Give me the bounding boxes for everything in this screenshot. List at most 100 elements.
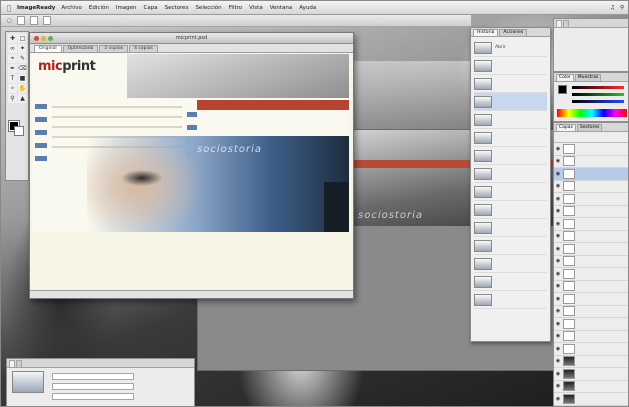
eye-icon[interactable]: ◉ (555, 346, 561, 352)
color-panel-foreground-swatch[interactable] (558, 85, 567, 94)
green-slider[interactable] (572, 93, 624, 96)
document-canvas[interactable]: micprint sociostoria (32, 54, 349, 232)
nav-button[interactable] (187, 125, 197, 130)
menu-item-filtro[interactable]: Filtro (229, 5, 242, 11)
color-spectrum[interactable] (557, 109, 627, 117)
fill-tool-icon[interactable]: ▲ (18, 94, 27, 103)
menu-item-imagen[interactable]: Imagen (116, 5, 137, 11)
layer-row[interactable]: ◉ (554, 331, 628, 343)
tab-swatches[interactable]: Muestras (574, 74, 602, 81)
menu-item-sectores[interactable]: Sectores (165, 5, 189, 11)
red-slider[interactable] (572, 86, 624, 89)
layer-row[interactable]: ◉ (554, 231, 628, 243)
brush-tool-icon[interactable]: ✒ (8, 64, 17, 73)
menu-item-capa[interactable]: Capa (144, 5, 158, 11)
tab-optimized[interactable]: Optimizada (62, 45, 99, 52)
tab-actions[interactable]: Acciones (499, 29, 528, 36)
eye-icon[interactable]: ◉ (555, 158, 561, 164)
nav-button[interactable] (187, 112, 197, 117)
menu-item-edicion[interactable]: Edición (89, 5, 109, 11)
layer-row[interactable]: ◉ (554, 156, 628, 168)
layer-row[interactable]: ◉ (554, 368, 628, 381)
eye-icon[interactable]: ◉ (555, 296, 561, 302)
document-window[interactable]: micprint.psd Original Optimizada 2 copia… (29, 32, 354, 299)
history-item[interactable] (474, 129, 547, 147)
minimize-icon[interactable] (41, 35, 46, 41)
eye-icon[interactable]: ◉ (555, 196, 561, 202)
lasso-tool-icon[interactable]: ∞ (8, 44, 17, 53)
eye-icon[interactable]: ◉ (555, 371, 561, 377)
document-titlebar[interactable]: micprint.psd (30, 33, 353, 44)
history-item[interactable] (474, 183, 547, 201)
eraser-tool-icon[interactable]: ⌫ (18, 64, 27, 73)
tab-info[interactable] (563, 20, 569, 27)
eye-icon[interactable]: ◉ (555, 221, 561, 227)
tab-history[interactable]: Historia (473, 29, 499, 36)
nav-button[interactable] (35, 156, 47, 161)
layer-row[interactable]: ◉ (554, 181, 628, 193)
eye-icon[interactable]: ◉ (555, 333, 561, 339)
layer-row[interactable]: ◉ (554, 168, 628, 181)
tab-navigator[interactable] (556, 20, 562, 27)
layer-row[interactable]: ◉ (554, 143, 628, 156)
layer-row[interactable]: ◉ (554, 193, 628, 206)
eye-icon[interactable]: ◉ (555, 233, 561, 239)
history-item[interactable] (474, 273, 547, 291)
tab-color[interactable]: Color (556, 74, 574, 81)
layer-row[interactable]: ◉ (554, 206, 628, 218)
nav-button[interactable] (35, 117, 47, 122)
tab-image-map[interactable] (16, 360, 22, 367)
eye-icon[interactable]: ◉ (555, 246, 561, 252)
blue-slider[interactable] (572, 100, 624, 103)
tab-2up[interactable]: 2 copias (99, 45, 129, 52)
apple-icon[interactable]:  (1, 4, 17, 12)
eye-icon[interactable]: ◉ (555, 283, 561, 289)
history-item[interactable] (474, 165, 547, 183)
history-item[interactable] (474, 237, 547, 255)
eye-icon[interactable]: ◉ (555, 258, 561, 264)
move-tool-icon[interactable]: ✚ (8, 34, 17, 43)
menu-item-archivo[interactable]: Archivo (61, 5, 82, 11)
history-item[interactable] (474, 57, 547, 75)
menu-item-ventana[interactable]: Ventana (270, 5, 293, 11)
history-item[interactable] (474, 93, 547, 111)
menu-item-vista[interactable]: Vista (249, 5, 263, 11)
layer-row[interactable]: ◉ (554, 281, 628, 293)
slice-name-field[interactable] (52, 373, 134, 380)
eye-icon[interactable]: ◉ (555, 171, 561, 177)
eye-icon[interactable]: ◉ (555, 208, 561, 214)
tab-original[interactable]: Original (34, 45, 62, 52)
tab-layers[interactable]: Capas (556, 124, 576, 131)
history-item[interactable] (474, 75, 547, 93)
marquee-tool-icon[interactable]: □ (18, 34, 27, 43)
eye-icon[interactable]: ◉ (555, 321, 561, 327)
eye-icon[interactable]: ◉ (555, 183, 561, 189)
eye-icon[interactable]: ◉ (555, 146, 561, 152)
volume-icon[interactable]: ♫ (610, 5, 615, 11)
nav-button[interactable] (35, 130, 47, 135)
eyedropper-tool-icon[interactable]: ⚬ (8, 84, 17, 93)
history-item[interactable]: Abrir (474, 39, 547, 57)
close-icon[interactable] (34, 35, 39, 41)
slice-target-field[interactable] (52, 393, 134, 400)
slice-url-field[interactable] (52, 383, 134, 390)
slice-tool-icon[interactable]: ✎ (18, 54, 27, 63)
shape-tool-icon[interactable]: ■ (18, 74, 27, 83)
hand-tool-icon[interactable]: ✋ (18, 84, 27, 93)
layer-row[interactable]: ◉ (554, 393, 628, 406)
menu-item-seleccion[interactable]: Selección (195, 5, 221, 11)
tool-preset-icon[interactable]: ▢ (7, 18, 12, 24)
layer-row[interactable]: ◉ (554, 381, 628, 393)
crop-tool-icon[interactable]: ⌖ (8, 54, 17, 63)
tab-4up[interactable]: 4 copias (129, 45, 158, 52)
history-item[interactable] (474, 201, 547, 219)
zoom-icon[interactable] (48, 35, 53, 41)
history-item[interactable] (474, 147, 547, 165)
layer-row[interactable]: ◉ (554, 306, 628, 318)
layer-row[interactable]: ◉ (554, 268, 628, 281)
menu-item-ayuda[interactable]: Ayuda (299, 5, 316, 11)
spotlight-icon[interactable]: ⚲ (620, 5, 624, 11)
layer-row[interactable]: ◉ (554, 318, 628, 331)
layer-row[interactable]: ◉ (554, 218, 628, 231)
layer-row[interactable]: ◉ (554, 356, 628, 368)
